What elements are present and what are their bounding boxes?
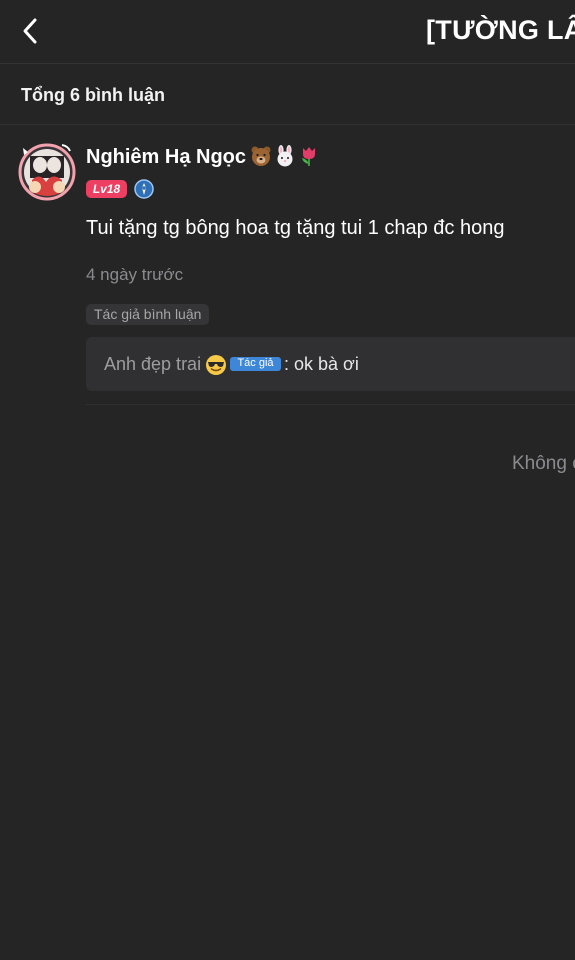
reply-preview[interactable]: Anh đẹp trai Tác giả : ok bà ơi bbox=[86, 337, 575, 391]
blue-medal-icon bbox=[134, 179, 154, 199]
comment-divider bbox=[86, 404, 575, 405]
rabbit-face-emoji bbox=[277, 145, 293, 167]
level-badge: Lv18 bbox=[86, 180, 127, 198]
comment-username[interactable]: Nghiêm Hạ Ngọc bbox=[86, 146, 246, 169]
author-badge: Tác giả bbox=[230, 357, 281, 371]
comments-page: [TƯỜNG LÂM Tổng 6 bình luận Nghiêm Hạ Ng… bbox=[0, 0, 575, 960]
bear-face-emoji bbox=[251, 146, 271, 166]
reply-author-name: Anh đẹp trai bbox=[104, 354, 202, 374]
comment-body: Tui tặng tg bông hoa tg tặng tui 1 chap … bbox=[86, 217, 505, 239]
sunglasses-face-emoji bbox=[206, 355, 226, 375]
tulip-emoji bbox=[302, 147, 315, 166]
author-comment-tag: Tác giả bình luận bbox=[86, 304, 210, 325]
chevron-left-icon bbox=[23, 18, 37, 44]
avatar[interactable] bbox=[18, 140, 76, 202]
comment-count-bar: Tổng 6 bình luận bbox=[0, 64, 575, 125]
comment-timestamp: 4 ngày trước bbox=[86, 265, 184, 284]
reply-text: : ok bà ơi bbox=[284, 354, 359, 374]
no-more-comments-text: Không c bbox=[512, 453, 575, 474]
back-button[interactable] bbox=[14, 14, 46, 48]
page-title: [TƯỜNG LÂM bbox=[426, 15, 575, 45]
comment-count-label: Tổng 6 bình luận bbox=[21, 85, 165, 105]
username-emojis bbox=[250, 145, 320, 167]
top-bar: [TƯỜNG LÂM bbox=[0, 0, 575, 64]
